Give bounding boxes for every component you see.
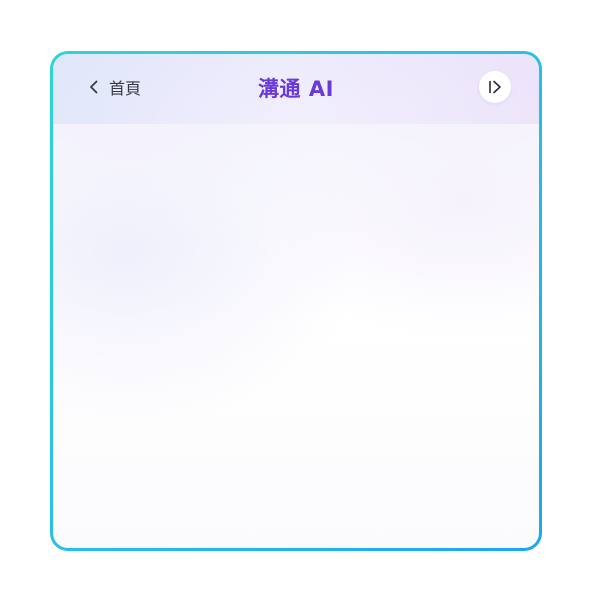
page: 首頁 溝通 AI (0, 0, 592, 601)
sidebar-collapse-button[interactable] (479, 71, 511, 103)
ai-panel: 首頁 溝通 AI (53, 54, 539, 548)
panel-header: 首頁 溝通 AI (53, 54, 539, 120)
back-home-label: 首頁 (109, 79, 142, 98)
ai-panel-frame: 首頁 溝通 AI (50, 51, 542, 551)
back-home-button[interactable]: 首頁 (89, 75, 141, 99)
sidebar-collapse-icon (487, 79, 503, 95)
panel-title: 溝通 AI (258, 77, 334, 101)
chevron-left-icon (89, 80, 99, 94)
